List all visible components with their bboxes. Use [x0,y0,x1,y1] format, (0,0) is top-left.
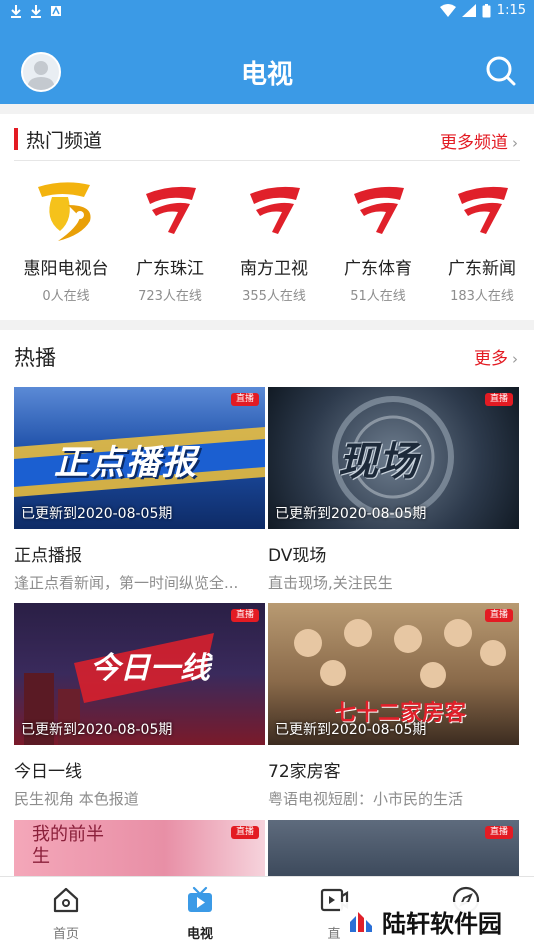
hot-channels-section: 热门频道 更多频道 › 惠阳电视台 0人在线 广东珠江 723人在线 南方卫视 … [0,114,534,320]
status-bar: 1:15 [0,0,534,24]
update-label: 已更新到2020-08-05期 [275,506,427,522]
more-hot-label: 更多 [474,349,508,369]
home-icon [53,887,79,913]
channel-online-count: 183人在线 [450,289,514,304]
search-button[interactable] [484,54,518,88]
channel-name: 南方卫视 [240,259,308,279]
watermark-text: 陆轩软件园 [382,910,502,938]
section-accent-bar [14,128,18,150]
channel-name: 惠阳电视台 [23,259,109,279]
show-thumbnail: 七十二家房客 直播 已更新到2020-08-05期 [268,603,519,745]
show-description: 直击现场,关注民生 [268,574,393,592]
show-title: DV现场 [268,546,327,566]
show-title: 今日一线 [14,762,82,782]
show-thumbnail: 直播 [268,820,519,876]
channel-item[interactable]: 南方卫视 355人在线 [224,172,324,304]
chevron-right-icon: › [512,350,518,368]
live-badge: 直播 [230,609,259,622]
section-title: 热门频道 [26,130,103,152]
more-channels-link[interactable]: 更多频道 › [440,128,518,153]
watermark: 陆轩软件园 [340,902,508,941]
live-badge: 直播 [484,609,513,622]
watermark-logo-icon [350,911,372,932]
more-channels-label: 更多频道 [440,133,508,153]
wifi-icon [439,4,456,17]
show-description: 民生视角 本色报道 [14,790,139,808]
status-time: 1:15 [496,3,526,18]
live-badge: 直播 [230,826,259,839]
live-badge: 直播 [230,393,259,406]
gdtv-logo-icon [432,172,532,248]
channel-item[interactable]: 广东体育 51人在线 [328,172,428,304]
download-icon [31,5,41,18]
channel-online-count: 355人在线 [242,289,306,304]
update-label: 已更新到2020-08-05期 [21,722,173,738]
tv-icon [188,886,212,912]
show-card[interactable]: 现场 直播 已更新到2020-08-05期 DV现场 直击现场,关注民生 [268,387,519,593]
divider [14,160,520,161]
gdtv-logo-icon [120,172,220,248]
update-label: 已更新到2020-08-05期 [21,506,173,522]
thumbnail-text: 现场 [338,439,418,485]
channel-name: 广东新闻 [448,259,516,279]
channel-online-count: 51人在线 [350,289,406,304]
huiyang-logo-icon [16,172,116,248]
search-icon [486,56,516,86]
channel-name: 广东珠江 [136,259,204,279]
channel-online-count: 0人在线 [42,289,90,304]
update-label: 已更新到2020-08-05期 [275,722,427,738]
show-title: 72家房客 [268,762,341,782]
nav-label: 首页 [52,927,79,942]
show-title: 正点播报 [14,546,82,566]
nav-label: 电视 [186,927,213,942]
show-thumbnail: 今日一线 直播 已更新到2020-08-05期 [14,603,265,745]
show-card[interactable]: 我的前半生 直播 [14,820,265,876]
channel-item[interactable]: 惠阳电视台 0人在线 [16,172,116,304]
live-badge: 直播 [484,393,513,406]
thumbnail-text: 正点播报 [54,443,198,483]
more-hot-link[interactable]: 更多 › [474,344,518,369]
thumbnail-text: 我的前半生 [32,824,104,867]
channel-item[interactable]: 广东新闻 183人在线 [432,172,532,304]
nav-tv[interactable]: 电视 [170,885,230,942]
signal-icon [461,4,476,17]
app-header: 电视 [0,24,534,104]
live-badge: 直播 [484,826,513,839]
show-thumbnail: 现场 直播 已更新到2020-08-05期 [268,387,519,529]
show-thumbnail: 我的前半生 直播 [14,820,265,876]
show-card[interactable]: 正点播报 直播 已更新到2020-08-05期 正点播报 逢正点看新闻，第一时间… [14,387,265,593]
chevron-right-icon: › [512,134,518,152]
show-thumbnail: 正点播报 直播 已更新到2020-08-05期 [14,387,265,529]
hot-shows-section: 热播 更多 › 正点播报 直播 已更新到2020-08-05期 正点播报 逢正点看… [0,330,534,876]
show-description: 逢正点看新闻，第一时间纵览全... [14,574,239,592]
show-card[interactable]: 七十二家房客 直播 已更新到2020-08-05期 72家房客 粤语电视短剧：小… [268,603,519,809]
download-icon [11,5,21,18]
notification-app-icon [51,6,61,16]
channel-online-count: 723人在线 [138,289,202,304]
channel-item[interactable]: 广东珠江 723人在线 [120,172,220,304]
channel-name: 广东体育 [344,259,412,279]
nav-home[interactable]: 首页 [36,885,96,942]
gdtv-logo-icon [328,172,428,248]
thumbnail-text: 今日一线 [90,651,210,686]
show-card[interactable]: 直播 [268,820,519,876]
page-title: 电视 [240,60,293,90]
section-title: 热播 [14,346,56,370]
gdtv-logo-icon [224,172,324,248]
show-description: 粤语电视短剧：小市民的生活 [268,790,464,808]
show-card[interactable]: 今日一线 直播 已更新到2020-08-05期 今日一线 民生视角 本色报道 [14,603,265,809]
battery-icon [482,3,491,17]
